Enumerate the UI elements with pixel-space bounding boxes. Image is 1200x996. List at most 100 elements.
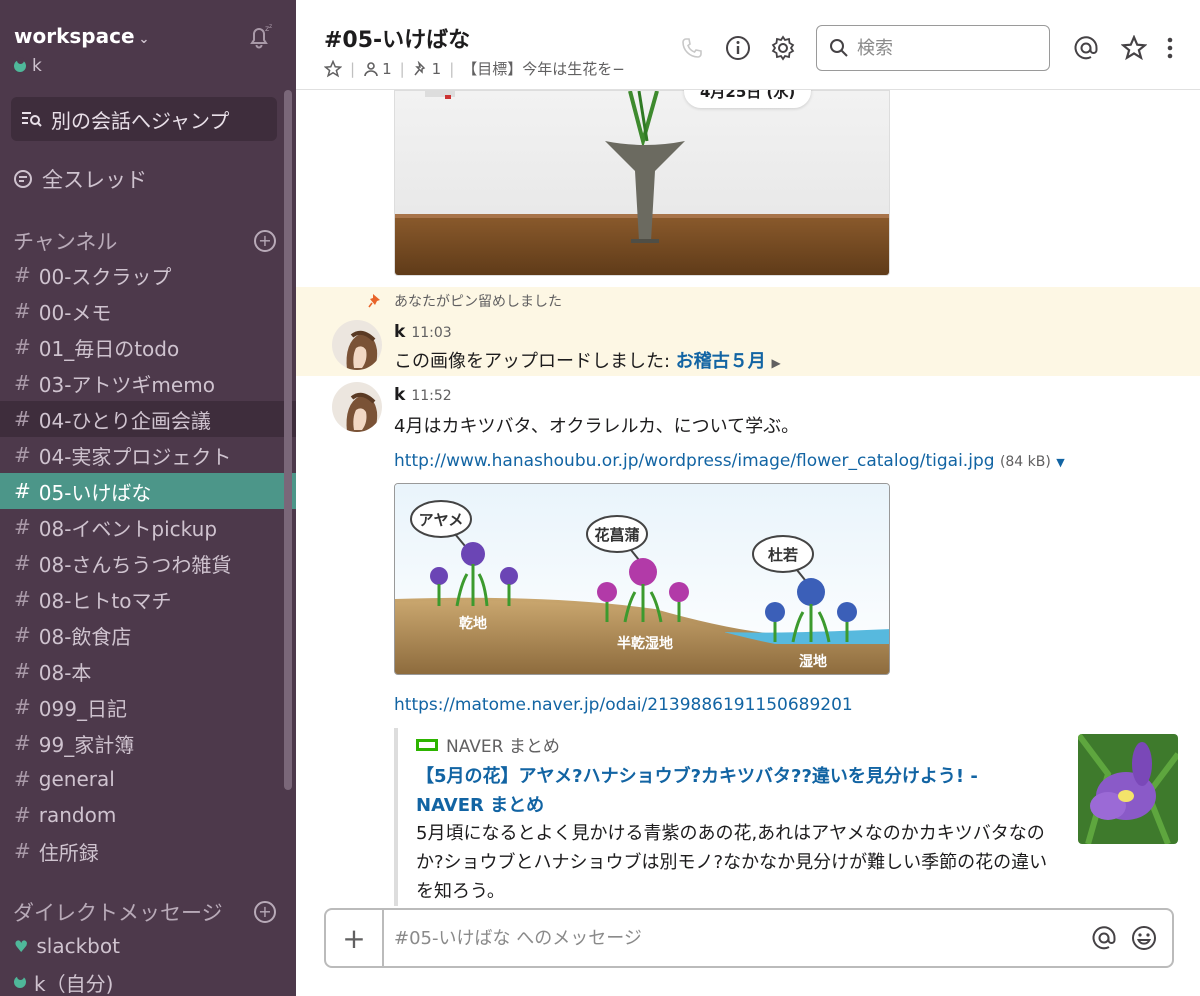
call-icon[interactable] <box>678 34 706 62</box>
bell-snooze-icon[interactable]: z z <box>244 22 274 52</box>
author-name[interactable]: k <box>394 322 405 342</box>
channel-label: 08-本 <box>38 660 92 685</box>
svg-text:z: z <box>269 23 272 30</box>
workspace-menu[interactable]: workspace ⌄ <box>14 24 149 48</box>
avatar[interactable] <box>332 320 382 370</box>
sidebar-channel-item[interactable]: #00-メモ <box>0 293 296 329</box>
unfurl-source: NAVER まとめ <box>416 732 560 757</box>
channel-hash-icon: # <box>14 731 31 755</box>
label-wetland: 湿地 <box>799 653 827 670</box>
more-options-icon[interactable] <box>1160 34 1180 62</box>
all-threads-link[interactable]: 全スレッド <box>12 164 147 194</box>
channel-label: 00-スクラップ <box>38 264 172 289</box>
dm-label: k（自分) <box>34 971 114 996</box>
channel-hash-icon: # <box>14 443 31 467</box>
dm-item-slackbot[interactable]: ♥ slackbot <box>0 928 296 964</box>
message-input[interactable] <box>384 910 1084 966</box>
sidebar-channel-item[interactable]: #99_家計簿 <box>0 725 296 761</box>
channel-label: 04-実家プロジェクト <box>38 444 232 469</box>
file-size: (84 kB) <box>999 454 1051 470</box>
naver-link-row: https://matome.naver.jp/odai/21398861911… <box>394 695 853 715</box>
image-link[interactable]: http://www.hanashoubu.or.jp/wordpress/im… <box>394 451 995 471</box>
message-body: 4月はカキツバタ、オクラレルカ、について学ぶ。 <box>394 416 800 437</box>
channel-hash-icon: # <box>14 803 31 827</box>
sidebar-channel-item[interactable]: #04-ひとり企画会議 <box>0 401 296 437</box>
sidebar-channel-item[interactable]: #08-ヒトtoマチ <box>0 581 296 617</box>
jump-icon <box>22 112 42 127</box>
star-icon[interactable] <box>324 59 342 78</box>
info-icon[interactable] <box>724 34 752 62</box>
meta-separator: | <box>350 59 356 78</box>
channel-hash-icon: # <box>14 479 31 503</box>
unfurl-thumbnail[interactable] <box>1078 734 1178 844</box>
message-composer: + <box>324 908 1174 968</box>
channel-topic[interactable]: 【目標】今年は生花を− <box>462 58 625 79</box>
message-pane[interactable]: 4月25日 (水) あなたがピン留めしました k 11:03 この画像をアップロ… <box>296 90 1200 906</box>
direct-messages-header[interactable]: ダイレクトメッセージ <box>13 897 223 927</box>
sidebar-channel-item[interactable]: #08-さんちうつわ雑貨 <box>0 545 296 581</box>
members-count[interactable]: 1 <box>363 60 392 78</box>
dm-item-self[interactable]: k（自分) <box>0 964 296 996</box>
mentions-icon[interactable] <box>1072 34 1100 62</box>
starred-items-icon[interactable] <box>1120 34 1148 62</box>
sidebar-channel-item[interactable]: #05-いけばな <box>0 473 296 509</box>
channel-label: 08-飲食店 <box>38 624 132 649</box>
naver-link[interactable]: https://matome.naver.jp/odai/21398861911… <box>394 695 853 715</box>
avatar[interactable] <box>332 382 382 432</box>
pushpin-icon <box>368 294 380 308</box>
meta-separator: | <box>399 59 405 78</box>
search-input[interactable] <box>857 37 1027 59</box>
channel-label: 03-アトツギmemo <box>38 372 215 397</box>
add-dm-icon[interactable]: + <box>254 901 276 923</box>
sidebar-channel-item[interactable]: #08-本 <box>0 653 296 689</box>
pins-count[interactable]: 1 <box>413 60 441 78</box>
workspace-name: workspace <box>14 24 135 48</box>
label-dry-land: 乾地 <box>459 615 487 632</box>
sidebar-channel-item[interactable]: #03-アトツギmemo <box>0 365 296 401</box>
unfurl-title[interactable]: 【5月の花】アヤメ?ハナショウブ?カキツバタ??違いを見分けよう! - NAVE… <box>416 762 1036 820</box>
search-box[interactable] <box>816 25 1050 71</box>
sidebar-channel-item[interactable]: #01_毎日のtodo <box>0 329 296 365</box>
expand-caret-icon[interactable]: ▶ <box>772 356 781 370</box>
mention-icon[interactable] <box>1084 918 1124 958</box>
message-time[interactable]: 11:52 <box>411 388 451 404</box>
gear-icon[interactable] <box>769 34 797 62</box>
search-icon <box>830 39 848 57</box>
file-link[interactable]: お稽古５月 <box>676 351 766 372</box>
jump-to-conversation-button[interactable]: 別の会話へジャンプ <box>11 97 277 141</box>
current-user[interactable]: k <box>14 56 42 76</box>
message-time[interactable]: 11:03 <box>411 325 451 341</box>
channel-hash-icon: # <box>14 371 31 395</box>
message-text: この画像をアップロードしました: お稽古５月 ▶ <box>394 347 781 373</box>
expand-caret-icon[interactable]: ▼ <box>1056 456 1064 469</box>
sidebar-channel-item[interactable]: # 住所録 <box>0 833 296 869</box>
current-user-name: k <box>32 56 42 76</box>
sidebar: workspace⌄ k z z 別の会話へジャンプ 全スレッド チャンネル <box>0 0 296 996</box>
sidebar-channel-item[interactable]: # general <box>0 761 296 797</box>
sidebar-channel-item[interactable]: #04-実家プロジェクト <box>0 437 296 473</box>
channel-title[interactable]: #05-いけばな <box>324 22 470 54</box>
jump-label: 別の会話へジャンプ <box>51 108 230 133</box>
channel-hash-icon: # <box>14 407 31 431</box>
iris-comparison-image[interactable]: アヤメ 乾地 花菖蒲 半乾湿地 杜若 湿地 <box>394 483 890 675</box>
author-name[interactable]: k <box>394 385 405 405</box>
sidebar-channel-item[interactable]: #08-飲食店 <box>0 617 296 653</box>
channel-hash-icon: # <box>14 335 31 359</box>
sidebar-channel-item[interactable]: #099_日記 <box>0 689 296 725</box>
unfurl-description: 5月頃になるとよく見かける青紫のあの花,あれはアヤメなのかカキツバタなのか?ショ… <box>416 823 1048 902</box>
sidebar-channel-item[interactable]: #00-スクラップ <box>0 257 296 293</box>
attach-plus-button[interactable]: + <box>326 910 384 966</box>
sidebar-channel-item[interactable]: #08-イベントpickup <box>0 509 296 545</box>
threads-icon <box>14 170 32 188</box>
channels-header[interactable]: チャンネル <box>13 226 117 256</box>
ikebana-photo[interactable] <box>394 90 890 276</box>
channel-label: 08-ヒトtoマチ <box>38 588 172 613</box>
sidebar-channel-item[interactable]: # random <box>0 797 296 833</box>
label-ayame: アヤメ <box>419 511 464 529</box>
emoji-icon[interactable] <box>1124 918 1164 958</box>
label-semi-wet: 半乾湿地 <box>617 635 673 652</box>
channel-hash-icon: # <box>14 515 31 539</box>
sidebar-scrollbar[interactable] <box>284 90 292 790</box>
add-channel-icon[interactable]: + <box>254 230 276 252</box>
channel-label: random <box>38 803 117 827</box>
